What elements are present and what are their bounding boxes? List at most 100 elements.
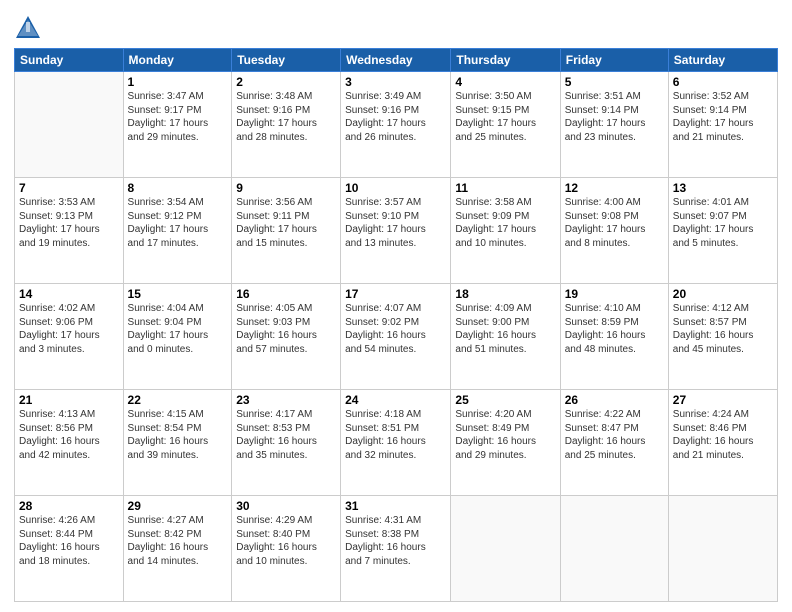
calendar-cell: 6Sunrise: 3:52 AM Sunset: 9:14 PM Daylig… [668,72,777,178]
day-info: Sunrise: 4:26 AM Sunset: 8:44 PM Dayligh… [19,514,119,568]
calendar-cell: 19Sunrise: 4:10 AM Sunset: 8:59 PM Dayli… [560,284,668,390]
day-number: 10 [345,181,446,195]
day-number: 13 [673,181,773,195]
day-info: Sunrise: 4:05 AM Sunset: 9:03 PM Dayligh… [236,302,336,356]
day-info: Sunrise: 4:01 AM Sunset: 9:07 PM Dayligh… [673,196,773,250]
calendar-cell: 21Sunrise: 4:13 AM Sunset: 8:56 PM Dayli… [15,390,124,496]
day-info: Sunrise: 4:09 AM Sunset: 9:00 PM Dayligh… [455,302,555,356]
calendar-cell: 9Sunrise: 3:56 AM Sunset: 9:11 PM Daylig… [232,178,341,284]
day-number: 3 [345,75,446,89]
day-number: 5 [565,75,664,89]
day-info: Sunrise: 4:20 AM Sunset: 8:49 PM Dayligh… [455,408,555,462]
day-info: Sunrise: 4:27 AM Sunset: 8:42 PM Dayligh… [128,514,228,568]
calendar-cell: 31Sunrise: 4:31 AM Sunset: 8:38 PM Dayli… [341,496,451,602]
weekday-header: Sunday [15,49,124,72]
calendar-cell [560,496,668,602]
calendar-header-row: SundayMondayTuesdayWednesdayThursdayFrid… [15,49,778,72]
day-info: Sunrise: 3:53 AM Sunset: 9:13 PM Dayligh… [19,196,119,250]
day-info: Sunrise: 4:24 AM Sunset: 8:46 PM Dayligh… [673,408,773,462]
day-number: 2 [236,75,336,89]
day-number: 16 [236,287,336,301]
calendar-cell: 12Sunrise: 4:00 AM Sunset: 9:08 PM Dayli… [560,178,668,284]
logo-icon [14,14,42,42]
calendar-cell: 4Sunrise: 3:50 AM Sunset: 9:15 PM Daylig… [451,72,560,178]
day-number: 18 [455,287,555,301]
calendar-week-row: 28Sunrise: 4:26 AM Sunset: 8:44 PM Dayli… [15,496,778,602]
day-info: Sunrise: 4:12 AM Sunset: 8:57 PM Dayligh… [673,302,773,356]
day-number: 19 [565,287,664,301]
calendar-cell: 20Sunrise: 4:12 AM Sunset: 8:57 PM Dayli… [668,284,777,390]
day-info: Sunrise: 3:58 AM Sunset: 9:09 PM Dayligh… [455,196,555,250]
day-number: 17 [345,287,446,301]
calendar-week-row: 1Sunrise: 3:47 AM Sunset: 9:17 PM Daylig… [15,72,778,178]
day-number: 14 [19,287,119,301]
calendar-cell: 28Sunrise: 4:26 AM Sunset: 8:44 PM Dayli… [15,496,124,602]
calendar-cell: 17Sunrise: 4:07 AM Sunset: 9:02 PM Dayli… [341,284,451,390]
calendar-cell: 10Sunrise: 3:57 AM Sunset: 9:10 PM Dayli… [341,178,451,284]
day-info: Sunrise: 3:51 AM Sunset: 9:14 PM Dayligh… [565,90,664,144]
calendar-cell: 11Sunrise: 3:58 AM Sunset: 9:09 PM Dayli… [451,178,560,284]
day-number: 9 [236,181,336,195]
day-number: 8 [128,181,228,195]
calendar-cell: 3Sunrise: 3:49 AM Sunset: 9:16 PM Daylig… [341,72,451,178]
day-info: Sunrise: 4:00 AM Sunset: 9:08 PM Dayligh… [565,196,664,250]
day-number: 31 [345,499,446,513]
calendar-cell: 5Sunrise: 3:51 AM Sunset: 9:14 PM Daylig… [560,72,668,178]
calendar-week-row: 7Sunrise: 3:53 AM Sunset: 9:13 PM Daylig… [15,178,778,284]
day-number: 27 [673,393,773,407]
calendar-table: SundayMondayTuesdayWednesdayThursdayFrid… [14,48,778,602]
calendar-cell [451,496,560,602]
day-info: Sunrise: 4:13 AM Sunset: 8:56 PM Dayligh… [19,408,119,462]
day-info: Sunrise: 4:10 AM Sunset: 8:59 PM Dayligh… [565,302,664,356]
calendar-cell: 25Sunrise: 4:20 AM Sunset: 8:49 PM Dayli… [451,390,560,496]
calendar-cell: 24Sunrise: 4:18 AM Sunset: 8:51 PM Dayli… [341,390,451,496]
calendar-week-row: 14Sunrise: 4:02 AM Sunset: 9:06 PM Dayli… [15,284,778,390]
day-info: Sunrise: 4:22 AM Sunset: 8:47 PM Dayligh… [565,408,664,462]
day-info: Sunrise: 4:29 AM Sunset: 8:40 PM Dayligh… [236,514,336,568]
weekday-header: Wednesday [341,49,451,72]
calendar-cell: 30Sunrise: 4:29 AM Sunset: 8:40 PM Dayli… [232,496,341,602]
day-info: Sunrise: 3:47 AM Sunset: 9:17 PM Dayligh… [128,90,228,144]
day-number: 21 [19,393,119,407]
day-info: Sunrise: 3:57 AM Sunset: 9:10 PM Dayligh… [345,196,446,250]
calendar-cell: 26Sunrise: 4:22 AM Sunset: 8:47 PM Dayli… [560,390,668,496]
day-number: 15 [128,287,228,301]
calendar-cell: 7Sunrise: 3:53 AM Sunset: 9:13 PM Daylig… [15,178,124,284]
day-number: 12 [565,181,664,195]
day-info: Sunrise: 4:04 AM Sunset: 9:04 PM Dayligh… [128,302,228,356]
weekday-header: Monday [123,49,232,72]
weekday-header: Friday [560,49,668,72]
day-info: Sunrise: 4:18 AM Sunset: 8:51 PM Dayligh… [345,408,446,462]
calendar-cell: 18Sunrise: 4:09 AM Sunset: 9:00 PM Dayli… [451,284,560,390]
calendar-cell: 15Sunrise: 4:04 AM Sunset: 9:04 PM Dayli… [123,284,232,390]
day-info: Sunrise: 4:15 AM Sunset: 8:54 PM Dayligh… [128,408,228,462]
day-number: 4 [455,75,555,89]
weekday-header: Tuesday [232,49,341,72]
calendar-cell: 16Sunrise: 4:05 AM Sunset: 9:03 PM Dayli… [232,284,341,390]
day-info: Sunrise: 3:54 AM Sunset: 9:12 PM Dayligh… [128,196,228,250]
day-number: 25 [455,393,555,407]
day-info: Sunrise: 3:52 AM Sunset: 9:14 PM Dayligh… [673,90,773,144]
calendar-cell: 27Sunrise: 4:24 AM Sunset: 8:46 PM Dayli… [668,390,777,496]
header [14,10,778,42]
day-number: 1 [128,75,228,89]
day-number: 20 [673,287,773,301]
calendar-cell [668,496,777,602]
calendar-cell: 14Sunrise: 4:02 AM Sunset: 9:06 PM Dayli… [15,284,124,390]
day-number: 30 [236,499,336,513]
day-number: 11 [455,181,555,195]
weekday-header: Thursday [451,49,560,72]
weekday-header: Saturday [668,49,777,72]
day-info: Sunrise: 3:49 AM Sunset: 9:16 PM Dayligh… [345,90,446,144]
calendar-cell: 1Sunrise: 3:47 AM Sunset: 9:17 PM Daylig… [123,72,232,178]
day-number: 29 [128,499,228,513]
day-number: 28 [19,499,119,513]
calendar-cell: 8Sunrise: 3:54 AM Sunset: 9:12 PM Daylig… [123,178,232,284]
day-info: Sunrise: 4:02 AM Sunset: 9:06 PM Dayligh… [19,302,119,356]
logo [14,14,44,42]
calendar-cell [15,72,124,178]
calendar-cell: 13Sunrise: 4:01 AM Sunset: 9:07 PM Dayli… [668,178,777,284]
day-info: Sunrise: 4:07 AM Sunset: 9:02 PM Dayligh… [345,302,446,356]
page: SundayMondayTuesdayWednesdayThursdayFrid… [0,0,792,612]
day-info: Sunrise: 3:48 AM Sunset: 9:16 PM Dayligh… [236,90,336,144]
